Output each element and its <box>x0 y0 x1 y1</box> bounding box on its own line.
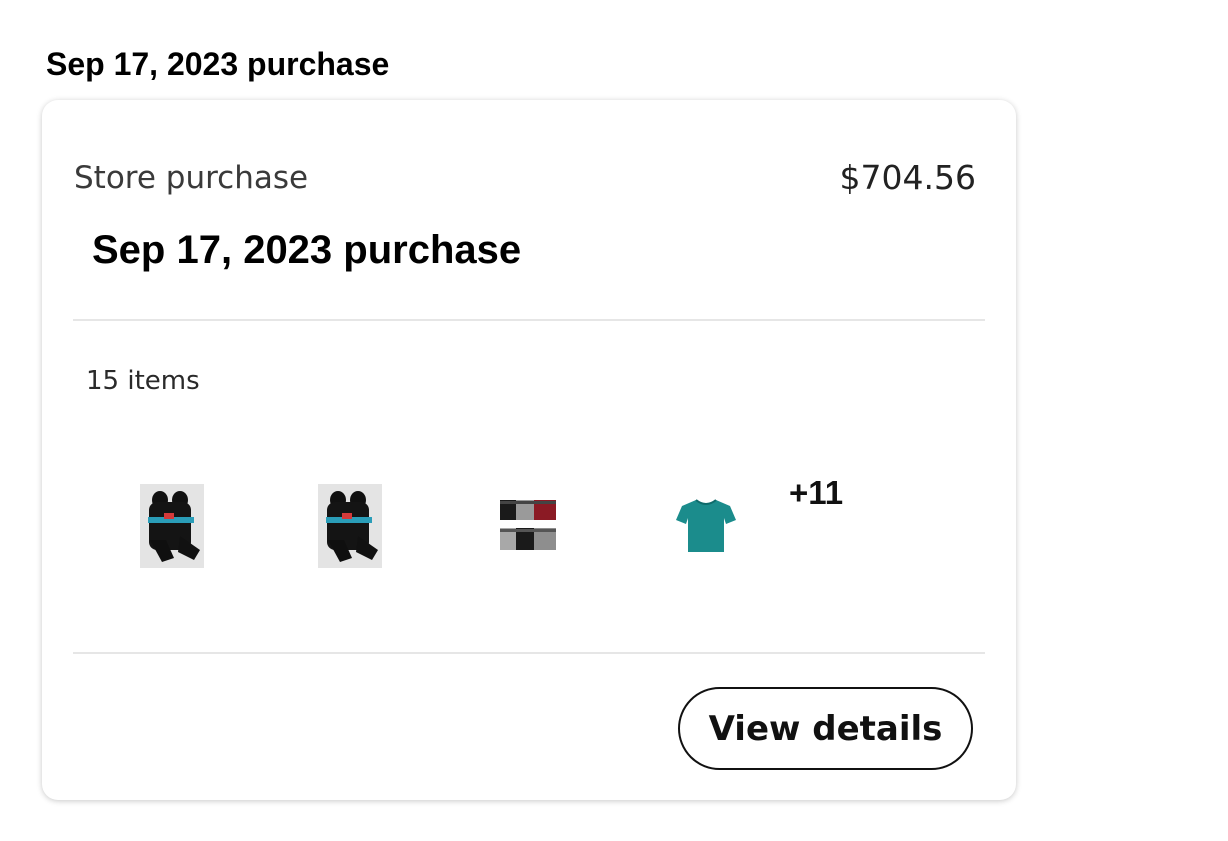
item-thumbnail-tshirt[interactable] <box>674 496 738 556</box>
socks-pack-icon <box>140 484 204 568</box>
divider <box>73 652 985 654</box>
order-title: Sep 17, 2023 purchase <box>92 228 522 272</box>
item-thumbnail-socks-2[interactable] <box>318 484 382 568</box>
tshirt-icon <box>676 499 736 552</box>
divider <box>73 319 985 321</box>
purchase-type-label: Store purchase <box>74 160 309 196</box>
socks-pack-icon <box>318 484 382 568</box>
item-count: 15 items <box>86 366 200 396</box>
item-thumbnail-socks-1[interactable] <box>140 484 204 568</box>
page-heading: Sep 17, 2023 purchase <box>46 46 390 82</box>
order-card: Store purchase $704.56 Sep 17, 2023 purc… <box>42 100 1016 800</box>
order-total: $704.56 <box>839 158 976 197</box>
more-items-count: +11 <box>789 474 844 511</box>
view-details-button[interactable]: View details <box>678 687 973 770</box>
item-thumbnail-boxers[interactable] <box>496 496 560 556</box>
boxer-briefs-icon <box>500 500 556 550</box>
